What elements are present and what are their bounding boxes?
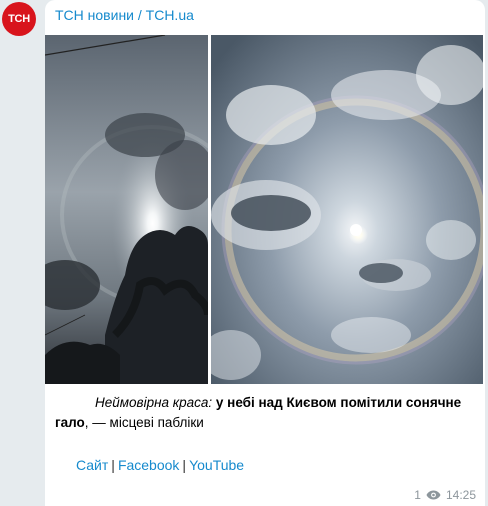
views-count: 1 [414,488,421,502]
message-time: 14:25 [445,488,476,502]
channel-avatar[interactable]: ТСН [2,2,36,36]
photo-trees-image [45,35,208,384]
message-meta: 1 14:25 [414,488,476,502]
facebook-link[interactable]: Facebook [118,457,179,473]
eye-icon [426,490,441,500]
youtube-link[interactable]: YouTube [189,457,244,473]
site-link[interactable]: Сайт [76,457,108,473]
link-separator: | [111,457,115,473]
photo-album [45,35,483,384]
caption-rest: , — місцеві пабліки [84,415,204,430]
links-row: Сайт | Facebook | YouTube [76,457,244,473]
link-separator: | [182,457,187,473]
photo-sun-halo-sky[interactable] [211,35,483,384]
photo-sun-halo-trees[interactable] [45,35,208,384]
message-caption: Неймовірна краса: у небі над Києвом помі… [55,393,475,433]
message-bubble: ТСН новини / TCH.ua Неймовірна краса: у … [45,0,485,506]
caption-italic: Неймовірна краса: [95,395,213,410]
photo-halo-image [211,35,483,384]
channel-name[interactable]: ТСН новини / TCH.ua [55,7,194,23]
